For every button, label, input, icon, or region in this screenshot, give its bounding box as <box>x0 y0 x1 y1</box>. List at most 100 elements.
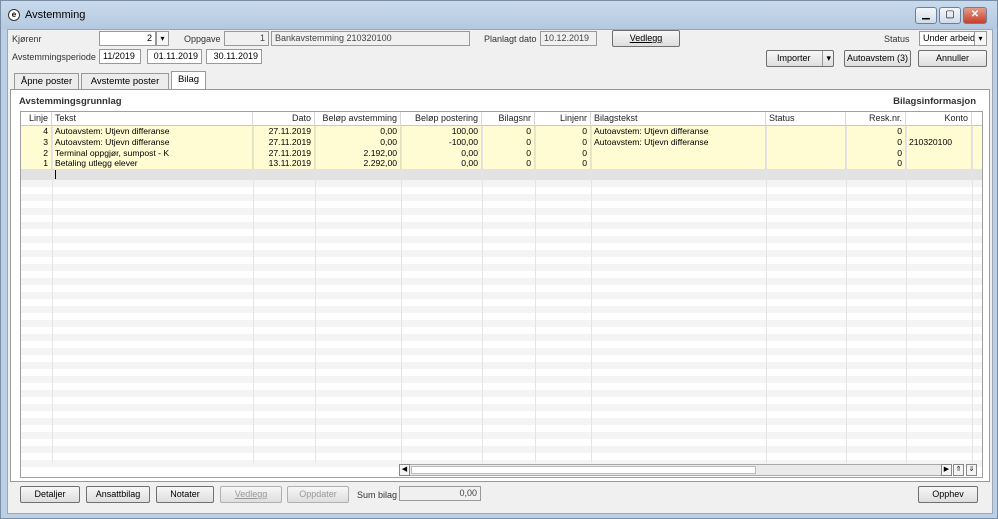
autoavstem-button[interactable]: Autoavstem (3) <box>844 50 911 67</box>
empty-row <box>21 369 982 376</box>
tab-bilag[interactable]: Bilag <box>171 71 206 90</box>
col-header-linje[interactable]: Linje <box>21 112 52 126</box>
empty-row <box>21 243 982 250</box>
cell-bilagstekst: Autoavstem: Utjevn differanse <box>591 136 766 148</box>
maximize-button[interactable]: ▢ <box>939 7 961 24</box>
empty-row <box>21 271 982 278</box>
scrollbar-thumb[interactable] <box>411 466 756 474</box>
cell-bilagstekst: Autoavstem: Utjevn differanse <box>591 126 766 137</box>
col-header-bilagstekst[interactable]: Bilagstekst <box>591 112 766 126</box>
window-title: Avstemming <box>25 9 86 21</box>
empty-row <box>21 299 982 306</box>
cell-linjenr: 0 <box>535 147 591 159</box>
title-bar[interactable]: e Avstemming ▁ ▢ ✕ <box>1 1 997 29</box>
scroll-right-icon[interactable]: ▶ <box>941 464 952 476</box>
empty-row <box>21 222 982 229</box>
bilag-grid[interactable]: Linje Tekst Dato Beløp avstemming Beløp … <box>20 111 983 478</box>
importer-dropdown-icon[interactable]: ▾ <box>822 51 831 66</box>
cell-belop-postering: 0,00 <box>401 147 482 159</box>
sum-bilag-field: 0,00 <box>399 486 481 501</box>
col-header-tekst[interactable]: Tekst <box>52 112 253 126</box>
col-header-konto[interactable]: Konto <box>906 112 972 126</box>
col-header-belop-postering[interactable]: Beløp postering <box>401 112 482 126</box>
periode-input[interactable]: 11/2019 <box>99 49 141 64</box>
detaljer-button[interactable]: Detaljer <box>20 486 80 503</box>
cell-resknr: 0 <box>846 126 906 137</box>
importer-button[interactable]: Importer ▾ <box>766 50 834 67</box>
annuller-button[interactable]: Annuller <box>918 50 987 67</box>
cell-belop-postering: -100,00 <box>401 136 482 148</box>
opphev-button[interactable]: Opphev <box>918 486 978 503</box>
notater-button[interactable]: Notater <box>156 486 214 503</box>
cell-tekst: Autoavstem: Utjevn differanse <box>52 126 253 137</box>
vedlegg-footer-label: Vedlegg <box>234 489 268 499</box>
vedlegg-header-button[interactable]: Vedlegg <box>612 30 680 47</box>
kjorenr-dropdown-icon[interactable]: ▾ <box>156 31 169 46</box>
empty-row <box>21 383 982 390</box>
new-row[interactable] <box>21 169 982 180</box>
ansattbilag-button[interactable]: Ansattbilag <box>86 486 150 503</box>
empty-row <box>21 418 982 425</box>
empty-row <box>21 285 982 292</box>
app-logo-icon: e <box>8 9 20 21</box>
horizontal-scrollbar[interactable]: ◀ <box>399 464 946 476</box>
col-header-resknr[interactable]: Resk.nr. <box>846 112 906 126</box>
col-header-linjenr[interactable]: Linjenr <box>535 112 591 126</box>
col-header-dato[interactable]: Dato <box>253 112 315 126</box>
scroll-page-down-icon[interactable]: ⇓ <box>966 464 977 476</box>
avstemming-window: e Avstemming ▁ ▢ ✕ Kjørenr 2 ▾ Oppgave 1… <box>0 0 998 519</box>
cell-linjenr: 0 <box>535 126 591 137</box>
table-row[interactable]: 3 Autoavstem: Utjevn differanse 27.11.20… <box>21 136 982 148</box>
empty-row <box>21 208 982 215</box>
periode-from-input[interactable]: 01.11.2019 <box>147 49 202 64</box>
main-panel: Kjørenr 2 ▾ Oppgave 1 Bankavstemming 210… <box>7 29 993 514</box>
cell-resknr: 0 <box>846 136 906 148</box>
empty-row <box>21 355 982 362</box>
vedlegg-footer-button[interactable]: Vedlegg <box>220 486 282 503</box>
empty-row <box>21 257 982 264</box>
grid-header: Linje Tekst Dato Beløp avstemming Beløp … <box>21 112 982 126</box>
status-dropdown-icon[interactable]: ▾ <box>974 31 987 46</box>
empty-row <box>21 432 982 439</box>
close-button[interactable]: ✕ <box>963 7 987 24</box>
periode-to-input[interactable]: 30.11.2019 <box>206 49 262 64</box>
tab-apne-poster[interactable]: Åpne poster <box>14 73 79 89</box>
cell-belop-avstemming: 2.192,00 <box>315 147 401 159</box>
table-row[interactable]: 4 Autoavstem: Utjevn differanse 27.11.20… <box>21 126 982 137</box>
col-header-status[interactable]: Status <box>766 112 846 126</box>
cell-tekst: Terminal oppgjør, sumpost - K <box>52 147 253 159</box>
text-cursor <box>55 170 56 179</box>
cell-belop-avstemming: 0,00 <box>315 136 401 148</box>
oppdater-button[interactable]: Oppdater <box>287 486 349 503</box>
cell-dato: 13.11.2019 <box>253 158 315 170</box>
empty-row <box>21 397 982 404</box>
empty-row <box>21 327 982 334</box>
empty-row <box>21 313 982 320</box>
scroll-page-up-icon[interactable]: ⇑ <box>953 464 964 476</box>
cell-bilagsnr: 0 <box>482 147 535 159</box>
cell-linje: 3 <box>21 136 52 148</box>
empty-row <box>21 362 982 369</box>
empty-row <box>21 348 982 355</box>
cell-status <box>766 136 846 148</box>
cell-resknr: 0 <box>846 147 906 159</box>
minimize-button[interactable]: ▁ <box>915 7 937 24</box>
table-row[interactable]: 1 Betaling utlegg elever 13.11.2019 2.29… <box>21 158 982 170</box>
scroll-left-icon[interactable]: ◀ <box>399 464 410 476</box>
avstemmingsperiode-label: Avstemmingsperiode <box>12 52 96 62</box>
kjorenr-input[interactable]: 2 <box>99 31 156 46</box>
cell-tekst: Betaling utlegg elever <box>52 158 253 170</box>
tab-avstemte-poster[interactable]: Avstemte poster <box>81 73 169 89</box>
table-row[interactable]: 2 Terminal oppgjør, sumpost - K 27.11.20… <box>21 147 982 159</box>
grid-divider <box>52 126 53 463</box>
status-select[interactable]: Under arbeid <box>919 31 975 46</box>
empty-row <box>21 278 982 285</box>
col-header-bilagsnr[interactable]: Bilagsnr <box>482 112 535 126</box>
status-label: Status <box>884 34 910 44</box>
oppgave-number-field: 1 <box>224 31 269 46</box>
cell-belop-postering: 0,00 <box>401 158 482 170</box>
cell-status <box>766 147 846 159</box>
col-header-belop-avstemming[interactable]: Beløp avstemming <box>315 112 401 126</box>
grid-divider <box>315 126 316 463</box>
cell-belop-avstemming: 0,00 <box>315 126 401 137</box>
